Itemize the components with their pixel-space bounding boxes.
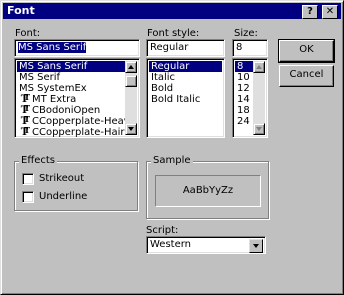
cancel-button[interactable]: Cancel <box>279 65 334 87</box>
effects-label: Effects <box>19 155 57 166</box>
font-list-item[interactable]: T T CBodoniOpen <box>17 103 125 116</box>
chevron-down-icon <box>253 244 259 248</box>
font-style-item[interactable]: Italic <box>149 72 222 83</box>
title-bar: Font ? ✕ <box>3 3 341 19</box>
help-icon: ? <box>307 6 313 17</box>
down-arrow-icon <box>256 127 262 131</box>
font-style-item[interactable]: Regular <box>149 61 222 72</box>
script-dropdown-button[interactable] <box>249 239 263 253</box>
sample-preview: AaBbYyZz <box>155 175 261 207</box>
script-label: Script: <box>146 225 179 236</box>
size-list[interactable]: 8 10 12 14 18 24 <box>232 58 268 138</box>
size-label: Size: <box>234 28 258 39</box>
font-style-list[interactable]: Regular Italic Bold Bold Italic <box>146 58 225 138</box>
font-list-items: MS Sans Serif MS Serif MS SystemEx T T MT Ext… <box>17 61 136 138</box>
strikeout-label[interactable]: Strikeout <box>39 173 84 184</box>
close-icon: ✕ <box>325 6 335 17</box>
size-scroll-down-button[interactable] <box>253 123 265 135</box>
ok-button[interactable]: OK <box>278 39 335 63</box>
font-name: CCopperplate-Hair <box>32 127 125 138</box>
size-item[interactable]: 12 <box>235 83 253 94</box>
size-item[interactable]: 24 <box>235 116 253 127</box>
underline-label[interactable]: Underline <box>39 191 87 202</box>
font-style-item[interactable]: Bold <box>149 83 222 94</box>
font-style-item[interactable]: Bold Italic <box>149 94 222 105</box>
size-input[interactable]: 8 <box>232 39 268 57</box>
font-name: MS Serif <box>19 72 61 83</box>
font-dialog: Font ? ✕ Font: MS Sans Serif MS Sans Ser… <box>0 0 344 295</box>
scroll-up-button[interactable] <box>125 61 137 73</box>
underline-checkbox[interactable] <box>22 191 34 203</box>
close-button[interactable]: ✕ <box>322 5 338 19</box>
font-list[interactable]: MS Sans Serif MS Serif MS SystemEx T T MT Ext… <box>14 58 140 138</box>
font-list-scrollbar[interactable] <box>125 61 137 135</box>
font-list-item[interactable]: MS Serif <box>17 72 125 83</box>
font-style-input[interactable]: Regular <box>146 39 225 57</box>
truetype-icon: TT <box>20 125 30 138</box>
effects-group <box>14 161 138 211</box>
font-list-item[interactable]: T T MT Extra <box>17 92 125 105</box>
font-list-item[interactable]: T T CCopperplate-Heavy <box>17 114 136 127</box>
size-item[interactable]: 18 <box>235 105 253 116</box>
size-list-items: 8 10 12 14 18 24 <box>235 61 253 127</box>
size-item[interactable]: 10 <box>235 72 253 83</box>
font-list-item[interactable]: MS SystemEx <box>17 83 125 94</box>
down-arrow-icon <box>128 127 134 131</box>
font-list-item[interactable]: T T CCopperplate-Hair <box>17 125 125 138</box>
scroll-down-button[interactable] <box>125 123 137 135</box>
font-style-list-items: Regular Italic Bold Bold Italic <box>149 61 222 105</box>
scroll-thumb[interactable] <box>125 75 137 87</box>
size-list-scrollbar[interactable] <box>253 61 265 135</box>
font-name: MT Extra <box>32 94 77 105</box>
font-list-item[interactable]: MS Sans Serif <box>17 61 125 72</box>
font-input[interactable]: MS Sans Serif <box>14 39 140 57</box>
font-name: CBodoniOpen <box>32 105 101 116</box>
font-input-value: MS Sans Serif <box>18 42 87 53</box>
sample-label: Sample <box>151 155 193 166</box>
size-scroll-up-button[interactable] <box>253 61 265 73</box>
script-select[interactable]: Western <box>146 236 266 254</box>
strikeout-checkbox[interactable] <box>22 173 34 185</box>
dialog-title: Font <box>7 4 35 17</box>
up-arrow-icon <box>128 65 134 69</box>
size-item[interactable]: 8 <box>235 61 253 72</box>
help-button[interactable]: ? <box>302 5 318 19</box>
script-value: Western <box>150 239 192 250</box>
font-label: Font: <box>15 28 41 39</box>
up-arrow-icon <box>256 65 262 69</box>
font-name: CCopperplate-Heavy <box>32 116 136 127</box>
font-name: MS Sans Serif <box>19 61 88 72</box>
font-style-label: Font style: <box>147 28 200 39</box>
size-item[interactable]: 14 <box>235 94 253 105</box>
